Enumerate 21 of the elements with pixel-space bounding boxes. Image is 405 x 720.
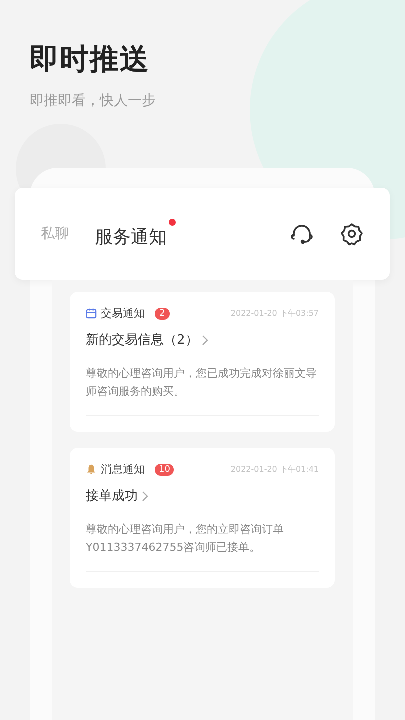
settings-icon[interactable] [340,222,364,246]
count-badge: 10 [155,464,174,476]
calendar-icon [86,308,97,319]
page-subtitle: 即推即看，快人一步 [30,92,157,110]
notification-title[interactable]: 新的交易信息（2） [86,331,210,349]
category-label: 消息通知 [101,462,145,477]
count-badge: 2 [155,308,170,320]
notification-title[interactable]: 接单成功 [86,487,149,505]
notification-body: 尊敬的心理咨询用户，您的立即咨询订单Y0113337462755咨询师已接单。 [86,521,319,572]
timestamp: 2022-01-20 下午03:57 [230,308,319,319]
tab[interactable]: 服务通知 [95,219,176,249]
notification-card[interactable]: 交易通知 2 2022-01-20 下午03:57 新的交易信息（2） 尊敬的心理咨询用户，您已成功完成对徐丽文导师咨询服务的购买。 [70,292,335,432]
category-label: 交易通知 [101,306,145,321]
bell-icon [86,464,97,475]
page-title: 即时推送 [30,41,151,78]
chevron-right-icon [142,490,149,502]
notification-card[interactable]: 消息通知 10 2022-01-20 下午01:41 接单成功 尊敬的心理咨询用户，您的立即咨询订单Y0113337462755咨询师已接单。 [70,448,335,588]
timestamp: 2022-01-20 下午01:41 [230,464,319,475]
headset-icon[interactable] [290,222,314,246]
notification-body: 尊敬的心理咨询用户，您已成功完成对徐丽文导师咨询服务的购买。 [86,365,319,416]
chevron-right-icon [202,334,210,346]
